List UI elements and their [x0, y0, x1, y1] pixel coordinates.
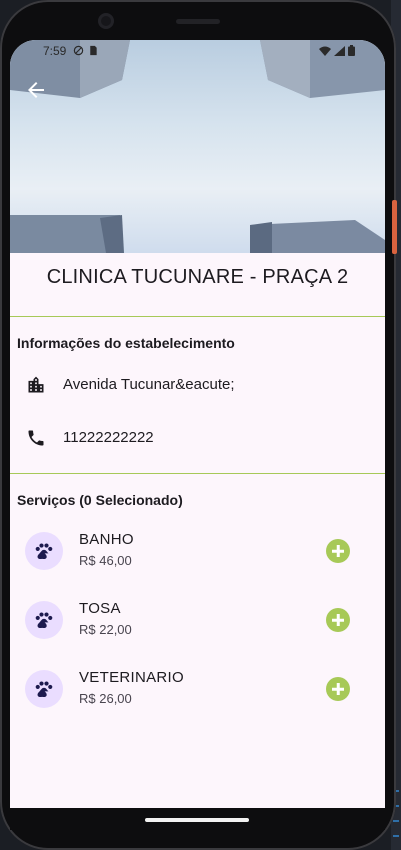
buildings-illustration [10, 40, 385, 253]
phone-frame: 7:59 CLINICA TUCUNARE - PRAÇA 2 Informaç… [0, 0, 397, 850]
phone-text: 11222222222 [63, 429, 154, 446]
clinic-name: CLINICA TUCUNARE - PRAÇA 2 [46, 266, 349, 288]
phone-row: 11222222222 [10, 418, 385, 458]
add-circle-icon[interactable] [326, 677, 350, 701]
front-camera [98, 13, 114, 29]
service-name: BANHO [79, 531, 134, 548]
earpiece-speaker [176, 19, 220, 24]
service-name: TOSA [79, 600, 121, 617]
paw-icon [35, 681, 53, 698]
paw-icon [35, 543, 53, 560]
status-bar: 7:59 [10, 40, 385, 64]
service-price: R$ 46,00 [79, 553, 132, 568]
service-item-tosa[interactable]: TOSA R$ 22,00 [10, 592, 385, 648]
service-price: R$ 26,00 [79, 691, 132, 706]
sim-card-icon [88, 45, 98, 59]
hero-image: 7:59 [10, 40, 385, 253]
service-avatar [25, 532, 63, 570]
service-item-banho[interactable]: BANHO R$ 46,00 [10, 523, 385, 579]
info-section-title: Informações do estabelecimento [17, 335, 235, 351]
address-row: Avenida Tucunar&eacute; [10, 365, 385, 405]
service-price: R$ 22,00 [79, 622, 132, 637]
service-item-veterinario[interactable]: VETERINARIO R$ 26,00 [10, 661, 385, 717]
wifi-icon [319, 45, 331, 59]
address-text: Avenida Tucunar&eacute; [63, 376, 235, 393]
home-indicator[interactable] [145, 818, 249, 822]
paw-icon [35, 612, 53, 629]
battery-icon [348, 45, 355, 59]
arrow-back-icon[interactable] [24, 78, 48, 102]
service-avatar [25, 670, 63, 708]
service-name: VETERINARIO [79, 669, 184, 686]
status-time: 7:59 [43, 44, 67, 58]
do-not-disturb-icon [73, 45, 84, 59]
add-circle-icon[interactable] [326, 608, 350, 632]
divider [10, 473, 385, 474]
signal-icon [334, 45, 345, 59]
phone-icon [26, 428, 46, 448]
add-circle-icon[interactable] [326, 539, 350, 563]
services-section-title: Serviços (0 Selecionado) [17, 492, 183, 508]
side-button [392, 200, 397, 254]
divider [10, 316, 385, 317]
service-avatar [25, 601, 63, 639]
building-icon [26, 375, 46, 395]
app-screen: 7:59 CLINICA TUCUNARE - PRAÇA 2 Informaç… [10, 40, 385, 808]
